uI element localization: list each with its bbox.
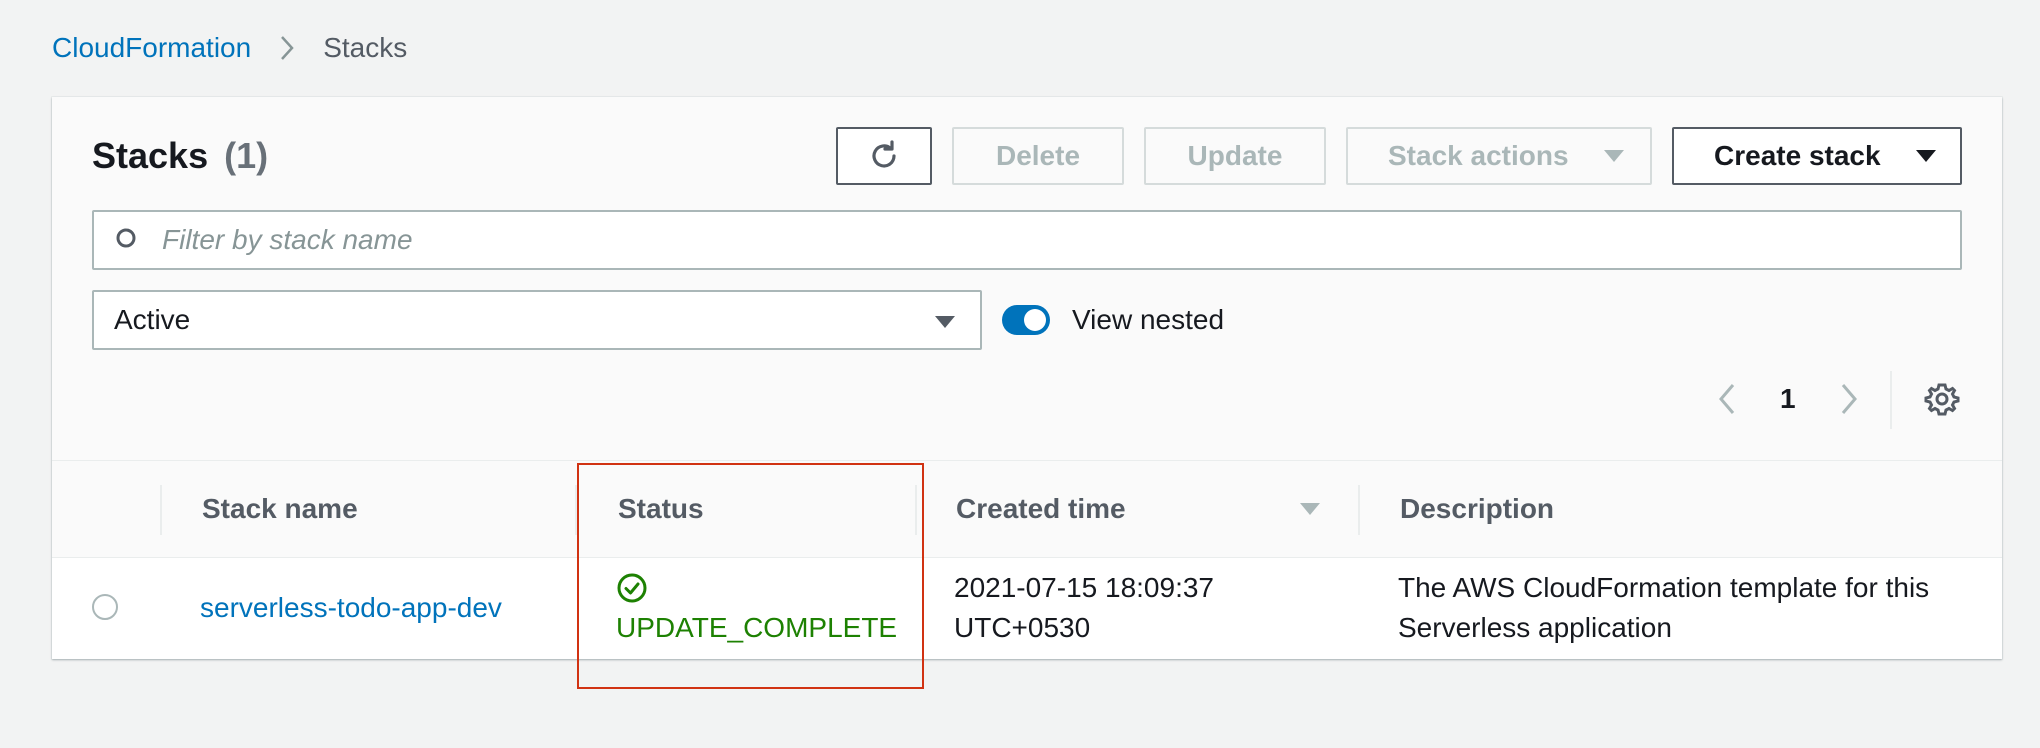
column-divider xyxy=(160,485,162,535)
stack-actions-label: Stack actions xyxy=(1388,140,1569,171)
search-box xyxy=(92,210,1962,270)
column-header-description[interactable]: Description xyxy=(1400,461,1554,557)
next-page-button[interactable] xyxy=(1838,377,1860,421)
status-filter-select[interactable]: Active xyxy=(92,290,982,350)
row-select-radio[interactable] xyxy=(92,594,118,620)
chevron-right-icon xyxy=(1841,384,1857,414)
create-stack-button[interactable]: Create stack xyxy=(1672,127,1962,185)
table-header: Stack name Status Created time Descripti… xyxy=(52,461,2002,558)
stack-name-text[interactable]: serverless-todo-app-dev xyxy=(200,592,502,623)
create-stack-label: Create stack xyxy=(1714,140,1881,171)
title-text: Stacks xyxy=(92,135,209,176)
column-header-stack-name[interactable]: Stack name xyxy=(202,461,358,557)
created-time-cell: 2021-07-15 18:09:37 UTC+0530 xyxy=(954,568,1214,648)
column-divider xyxy=(1358,485,1360,535)
created-time-date: 2021-07-15 18:09:37 xyxy=(954,572,1214,603)
table-row: serverless-todo-app-dev UPDATE_COMPLETE … xyxy=(52,558,2002,658)
breadcrumb: CloudFormation Stacks xyxy=(52,28,407,68)
search-icon xyxy=(114,227,140,253)
created-time-zone: UTC+0530 xyxy=(954,612,1091,643)
chevron-left-icon xyxy=(1719,384,1735,414)
status-filter-value: Active xyxy=(114,304,191,335)
caret-down-icon xyxy=(934,304,956,336)
view-nested-toggle[interactable] xyxy=(1002,305,1050,335)
view-nested-label: View nested xyxy=(1072,304,1225,335)
description-line-1: The AWS CloudFormation template for this xyxy=(1398,572,1930,603)
view-nested-toggle-group: View nested xyxy=(1002,300,1224,340)
refresh-icon xyxy=(872,140,896,168)
sort-descending-icon[interactable] xyxy=(1299,461,1321,557)
panel-header: Stacks (1) Delete Update Stack actions C… xyxy=(52,97,2002,461)
description-line-2: Serverless application xyxy=(1398,612,1672,643)
stack-count: (1) xyxy=(224,135,269,176)
stack-actions-button[interactable]: Stack actions xyxy=(1346,127,1652,185)
refresh-button[interactable] xyxy=(836,127,932,185)
update-button[interactable]: Update xyxy=(1144,127,1326,185)
chevron-right-icon xyxy=(279,34,295,62)
page-title: Stacks (1) xyxy=(92,135,268,177)
pagination-divider xyxy=(1890,371,1892,429)
breadcrumb-cloudformation-link[interactable]: CloudFormation xyxy=(52,32,251,64)
status-column-highlight xyxy=(577,463,924,689)
caret-down-icon xyxy=(1603,149,1625,163)
stacks-panel: Stacks (1) Delete Update Stack actions C… xyxy=(52,97,2002,659)
search-input[interactable] xyxy=(160,223,1864,257)
page-number-1[interactable]: 1 xyxy=(1780,377,1796,421)
settings-button[interactable] xyxy=(1924,377,1960,421)
stack-name-link[interactable]: serverless-todo-app-dev xyxy=(200,588,502,628)
delete-button[interactable]: Delete xyxy=(952,127,1124,185)
gear-icon xyxy=(1924,383,1960,416)
column-header-created-time[interactable]: Created time xyxy=(956,461,1126,557)
breadcrumb-current: Stacks xyxy=(323,32,408,63)
previous-page-button[interactable] xyxy=(1716,377,1738,421)
caret-down-icon xyxy=(1915,149,1937,163)
description-cell: The AWS CloudFormation template for this… xyxy=(1398,568,1929,648)
